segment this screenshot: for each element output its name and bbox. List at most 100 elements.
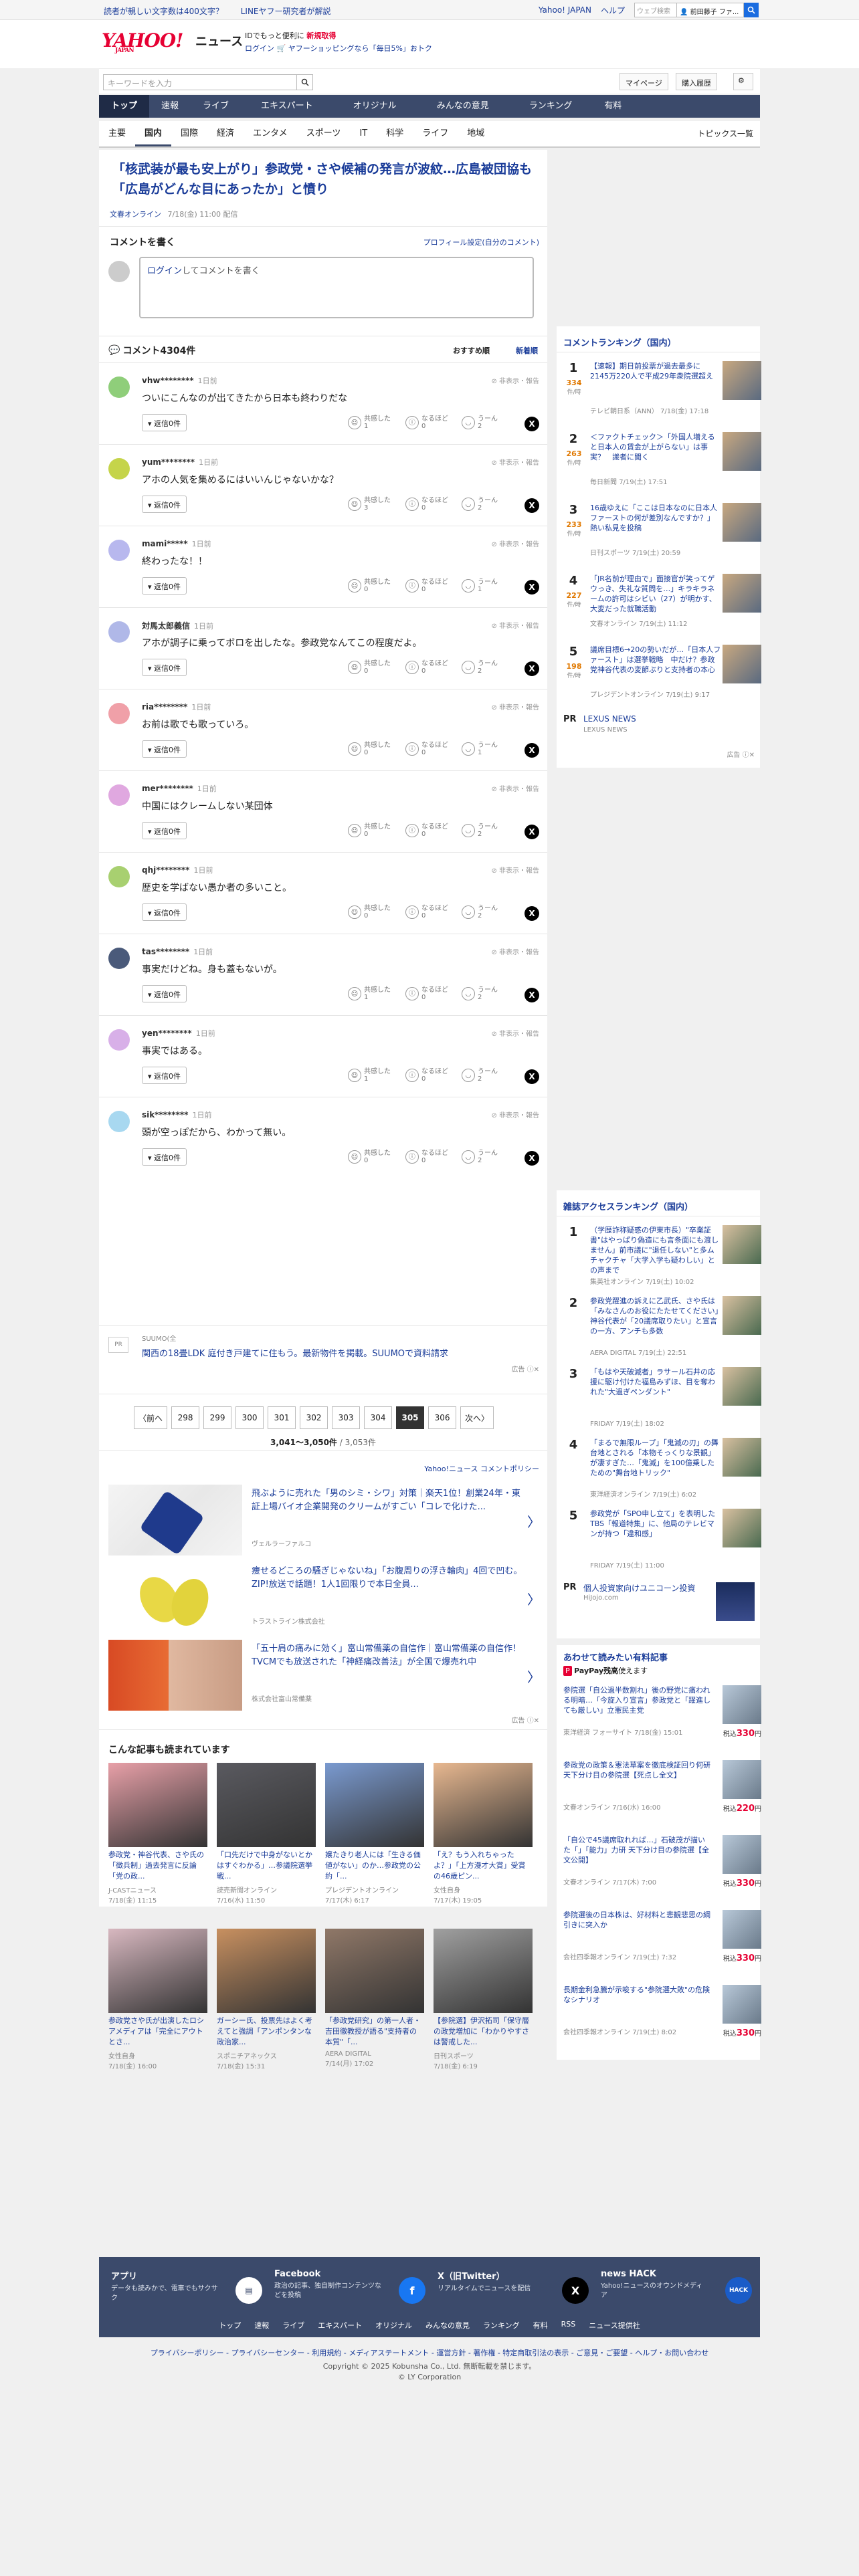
footer-link[interactable]: オリジナル	[375, 2320, 412, 2331]
footer-app[interactable]: アプリ データも読みかで、電車でもサクサク ▤	[111, 2269, 266, 2311]
search-icon[interactable]	[297, 74, 313, 90]
hmm-reaction[interactable]: ◡ うーん 2	[462, 1068, 498, 1083]
page-303[interactable]: 303	[332, 1406, 361, 1429]
footer-link[interactable]: ニュース提供社	[589, 2320, 640, 2331]
news-search-input[interactable]: キーワードを入力	[103, 74, 297, 90]
next-page-button[interactable]: 次へ〉	[460, 1406, 494, 1429]
report-link[interactable]: ⊘ 非表示・報告	[491, 865, 539, 875]
article-card[interactable]: 参政党さや氏が出演したロシアメディアは「完全にアウトとさ... 女性自身 7/18(…	[108, 1929, 207, 2082]
paid-title[interactable]: 参院選「自公過半数割れ」後の野党に痛われる明暗…「今旋入り宣言」参政党と「躍進し…	[563, 1685, 712, 1715]
report-link[interactable]: ⊘ 非表示・報告	[491, 620, 539, 630]
tab-economy[interactable]: 経済	[207, 121, 244, 146]
sponsored-ad-1[interactable]: 飛ぶように売れた「男のシミ・シワ」対策｜楽天1位！創業24年・東証上場バイオ企業…	[108, 1485, 541, 1558]
article-card-title[interactable]: 嬢たきり老人には「生きる価値がない」のか…参政党の公約「...	[325, 1850, 424, 1882]
footer-link[interactable]: 有料	[533, 2320, 548, 2331]
report-link[interactable]: ⊘ 非表示・報告	[491, 375, 539, 385]
comment-username[interactable]: mami***** 1日前	[142, 538, 211, 549]
yahoo-japan-link[interactable]: Yahoo! JAPAN	[539, 5, 591, 15]
report-link[interactable]: ⊘ 非表示・報告	[491, 946, 539, 956]
article-card[interactable]: 「口先だけで中身がないとかはすぐわかる」…参議院選挙戦... 読売新聞オンライン 7…	[217, 1763, 316, 1917]
report-link[interactable]: ⊘ 非表示・報告	[491, 538, 539, 548]
footer-link[interactable]: トップ	[219, 2320, 241, 2331]
page-300[interactable]: 300	[235, 1406, 264, 1429]
promo-link-1[interactable]: 読者が親しい文字数は400文字？	[104, 7, 223, 16]
ranking-title[interactable]: ＜ファクトチェック＞「外国人増えると日本人の賃金が上がらない」は事実？ 識者に聞…	[590, 432, 721, 462]
legal-links[interactable]: プライバシーポリシー - プライバシーセンター - 利用規約 - メディアステー…	[99, 2347, 760, 2358]
footer-link[interactable]: 速報	[254, 2320, 269, 2331]
web-search-input[interactable]: ウェブ検索	[634, 3, 677, 17]
paid-title[interactable]: 「自公で45議席取れれば…」石破茂が描いた「」「能力」力研 天下分け目の参院選【…	[563, 1835, 712, 1865]
signup-link[interactable]: 新規取得	[306, 31, 336, 40]
insight-reaction[interactable]: ⓘ なるほど 0	[405, 742, 448, 756]
search-icon[interactable]	[744, 3, 759, 17]
empathy-reaction[interactable]: ☺ 共感した 0	[348, 742, 391, 756]
empathy-reaction[interactable]: ☺ 共感した 0	[348, 1150, 391, 1164]
footer-link[interactable]: RSS	[561, 2320, 576, 2331]
hmm-reaction[interactable]: ◡ うーん 1	[462, 578, 498, 593]
hmm-reaction[interactable]: ◡ うーん 2	[462, 415, 498, 430]
reply-toggle-button[interactable]: ▾ 返信0件	[142, 822, 187, 839]
gear-icon[interactable]: ⚙	[733, 73, 753, 90]
x-share-icon[interactable]: X	[524, 1151, 539, 1166]
gnav-breaking[interactable]: 速報	[149, 95, 191, 118]
reply-toggle-button[interactable]: ▾ 返信0件	[142, 577, 187, 595]
hmm-reaction[interactable]: ◡ うーん 2	[462, 1150, 498, 1164]
inline-ad[interactable]: PR SUUMO(全 関西の18畳LDK 庭付き戸建てに住もう。最新物件を掲載。…	[99, 1325, 547, 1375]
reply-toggle-button[interactable]: ▾ 返信0件	[142, 414, 187, 431]
ad-title[interactable]: 「五十肩の痛みに効く」富山常備薬の自信作｜富山常備薬の自信作！TVCMでも放送さ…	[252, 1642, 526, 1669]
comment-username[interactable]: 対馬太郎義信 1日前	[142, 620, 213, 631]
x-share-icon[interactable]: X	[524, 906, 539, 921]
reply-toggle-button[interactable]: ▾ 返信0件	[142, 740, 187, 758]
ranking-title[interactable]: （学歴詐称疑惑の伊東市長）"卒業証書"はやっぱり偽造にも言条面にも渡しません」前…	[590, 1225, 721, 1275]
hmm-reaction[interactable]: ◡ うーん 2	[462, 905, 498, 920]
paid-title[interactable]: 長期金利急騰が示唆する"参院選大敗"の危険なシナリオ	[563, 1985, 712, 2005]
page-299[interactable]: 299	[203, 1406, 232, 1429]
article-card-title[interactable]: 「口先だけで中身がないとかはすぐわかる」…参議院選挙戦...	[217, 1850, 316, 1882]
gnav-original[interactable]: オリジナル	[333, 95, 417, 118]
footer-newshack[interactable]: news HACK Yahoo!ニュースのオウンドメディア HACK	[601, 2269, 756, 2311]
gnav-opinions[interactable]: みんなの意見	[417, 95, 509, 118]
section-name[interactable]: ニュース	[195, 32, 243, 49]
ranking-title[interactable]: 参政党躍進の訴えに乙武氏、さや氏は「みなさんのお役にたたせてください」神谷代表が…	[590, 1296, 721, 1336]
footer-link[interactable]: エキスパート	[318, 2320, 362, 2331]
gnav-ranking[interactable]: ランキング	[509, 95, 593, 118]
footer-x[interactable]: X（旧Twitter） リアルタイムでニュースを配信 X	[438, 2269, 593, 2311]
hmm-reaction[interactable]: ◡ うーん 2	[462, 823, 498, 838]
tab-it[interactable]: IT	[350, 121, 377, 146]
sponsored-ad-3[interactable]: 「五十肩の痛みに効く」富山常備薬の自信作｜富山常備薬の自信作！TVCMでも放送さ…	[108, 1640, 541, 1713]
insight-reaction[interactable]: ⓘ なるほど 0	[405, 1150, 448, 1164]
reply-toggle-button[interactable]: ▾ 返信0件	[142, 659, 187, 676]
tab-international[interactable]: 国際	[171, 121, 207, 146]
sponsored-ad-2[interactable]: 痩せるどころの騒ぎじゃないね」「お腹周りの浮き輪肉」4回で凹む。ZIP!放送で話…	[108, 1562, 541, 1636]
comment-username[interactable]: tas******** 1日前	[142, 946, 213, 957]
empathy-reaction[interactable]: ☺ 共感した 0	[348, 660, 391, 675]
pr-title[interactable]: LEXUS NEWS	[583, 714, 636, 724]
insight-reaction[interactable]: ⓘ なるほど 0	[405, 578, 448, 593]
article-card[interactable]: 【参院選】伊沢拓司「保守層の政党増加に「わかりやすさは警戒した... 日刊スポーツ…	[434, 1929, 533, 2082]
article-card-title[interactable]: 「え？もう入れちゃったよ？」「上方漫才大賞」受賞の46歳ピン...	[434, 1850, 533, 1882]
reply-toggle-button[interactable]: ▾ 返信0件	[142, 903, 187, 921]
mypage-button[interactable]: マイページ	[619, 73, 668, 90]
gnav-expert[interactable]: エキスパート	[241, 95, 333, 118]
x-share-icon[interactable]: X	[524, 743, 539, 758]
comment-username[interactable]: sik******** 1日前	[142, 1109, 211, 1120]
ranking-title[interactable]: 参政党が「SPO申し立て」を表明したTBS「報道特集」に、他局のテレビマンが持つ…	[590, 1509, 721, 1539]
insight-reaction[interactable]: ⓘ なるほど 0	[405, 986, 448, 1001]
comment-login-link[interactable]: ログイン	[147, 266, 182, 276]
report-link[interactable]: ⊘ 非表示・報告	[491, 783, 539, 793]
comment-username[interactable]: vhw******** 1日前	[142, 375, 217, 386]
sort-recommended[interactable]: おすすめ順	[453, 345, 490, 356]
article-card[interactable]: 「え？もう入れちゃったよ？」「上方漫才大賞」受賞の46歳ピン... 女性自身 7/1…	[434, 1763, 533, 1917]
article-card[interactable]: 参政党・神谷代表、さや氏の「徴兵制」過去発言に反論「党の政... J-CASTニュ…	[108, 1763, 207, 1917]
sort-newest[interactable]: 新着順	[516, 345, 538, 356]
article-card[interactable]: ガーシー氏、投票先はよく考えてと強調「アンポンタンな政治家... スポニチアネック…	[217, 1929, 316, 2082]
article-card[interactable]: 嬢たきり老人には「生きる価値がない」のか…参政党の公約「... プレジデントオンラ…	[325, 1763, 424, 1917]
x-share-icon[interactable]: X	[524, 1069, 539, 1084]
comment-policy-link[interactable]: Yahoo!ニュース コメントポリシー	[424, 1463, 539, 1474]
ranking-title[interactable]: 「JR名前が理由で」面接官が笑ってゲウっき、失礼な質問を…」キラキラネームの許可…	[590, 574, 721, 614]
yahoo-logo[interactable]: YAHOO! JAPAN	[102, 29, 183, 54]
reply-toggle-button[interactable]: ▾ 返信0件	[142, 1067, 187, 1084]
comment-username[interactable]: mer******** 1日前	[142, 783, 217, 794]
hmm-reaction[interactable]: ◡ うーん 2	[462, 660, 498, 675]
reply-toggle-button[interactable]: ▾ 返信0件	[142, 496, 187, 513]
